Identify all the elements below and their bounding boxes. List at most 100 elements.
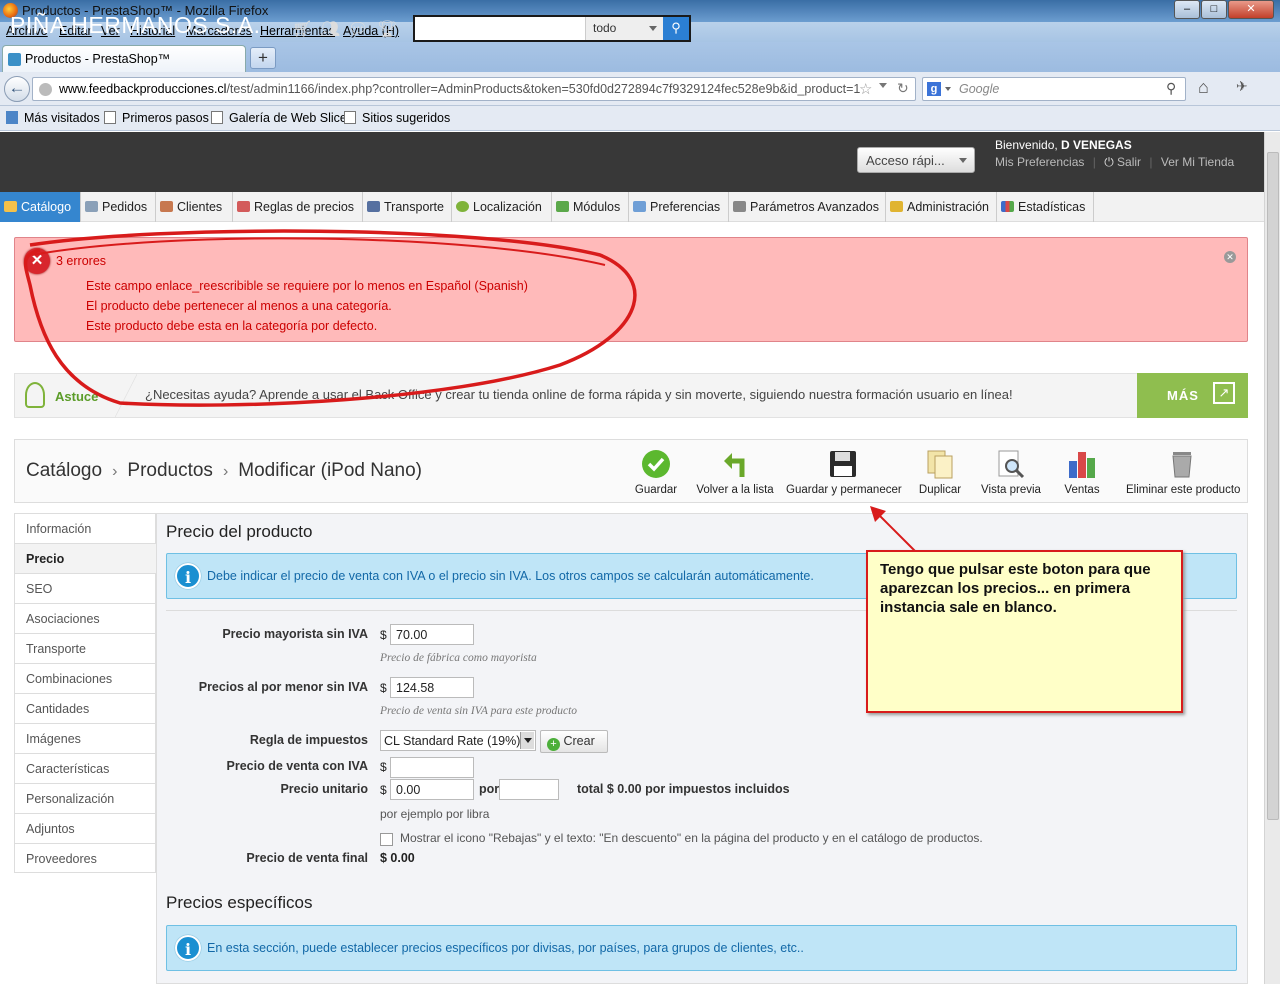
site-identity-icon[interactable] [39,83,52,96]
back-to-list-button[interactable]: Volver a la lista [695,447,775,502]
search-go-icon[interactable]: ⚲ [1166,80,1176,97]
create-tax-button[interactable]: + Crear [540,730,608,753]
messages-icon[interactable]: 💬︎ [348,19,368,39]
bookmark-mas-visitados[interactable]: Más visitados [24,111,100,125]
tab-informacion[interactable]: Información [15,514,156,544]
search-bar[interactable]: g Google ⚲ [922,77,1186,101]
retail-price-input[interactable]: 124.58 [390,677,474,698]
tab-personalizacion[interactable]: Personalización [15,784,156,814]
duplicate-button[interactable]: Duplicar [915,447,965,502]
scrollbar-thumb[interactable] [1267,152,1279,820]
reload-icon[interactable]: ↻ [897,80,909,97]
nav-pedidos[interactable]: Pedidos [81,192,156,222]
on-sale-text: Mostrar el icono "Rebajas" y el texto: "… [400,831,983,845]
bookmark-galeria-web-slice[interactable]: Galería de Web Slice [229,111,347,125]
tab-caracteristicas[interactable]: Características [15,754,156,784]
save-and-stay-button[interactable]: Guardar y permanecer [786,447,902,502]
power-icon[interactable]: ⏻ [1104,155,1114,169]
cart-icon[interactable]: 🛒︎ [292,19,312,39]
info-icon: i [175,935,201,961]
page-title: Modificar (iPod Nano) [238,460,423,481]
shop-name[interactable]: PIÑA HERMANOS S.A. [10,12,261,39]
customers-icon[interactable]: 👥︎ [320,19,340,39]
sales-button[interactable]: Ventas [1060,447,1104,502]
wholesale-price-label: Precio mayorista sin IVA [222,627,368,641]
price-with-tax-input[interactable] [390,757,474,778]
trophy-icon[interactable]: 🏆︎ [377,19,397,39]
nav-preferencias[interactable]: Preferencias [629,192,729,222]
orders-icon [85,201,98,212]
close-icon[interactable]: ✕ [1224,251,1236,263]
bookmark-sitios-sugeridos[interactable]: Sitios sugeridos [362,111,450,125]
nav-clientes[interactable]: Clientes [156,192,233,222]
search-icon[interactable]: ⚲ [663,17,689,40]
on-sale-checkbox[interactable] [380,833,393,846]
new-tab-button[interactable]: + [250,47,276,69]
more-button[interactable]: MÁS ↗ [1137,373,1248,418]
unit-price-input[interactable]: 0.00 [390,779,474,800]
url-bar[interactable]: www.feedbackproducciones.cl/test/admin11… [32,77,916,101]
tab-precio[interactable]: Precio [15,544,156,574]
url-path: /test/admin1166/index.php?controller=Adm… [226,82,861,96]
nav-transporte[interactable]: Transporte [363,192,452,222]
tax-rule-select[interactable]: CL Standard Rate (19%) [380,730,536,751]
more-label: MÁS [1167,388,1199,403]
specific-info-box: i En esta sección, puede establecer prec… [166,925,1237,971]
tab-transporte[interactable]: Transporte [15,634,156,664]
tab-proveedores[interactable]: Proveedores [15,844,156,874]
tab-imagenes[interactable]: Imágenes [15,724,156,754]
quick-access-dropdown[interactable]: Acceso rápi... [857,147,975,173]
close-window-button[interactable]: ✕ [1228,0,1274,19]
currency-symbol: $ [380,760,387,774]
delete-product-button[interactable]: Eliminar este producto [1126,447,1240,502]
minimize-button[interactable]: – [1174,0,1200,19]
retail-price-label: Precios al por menor sin IVA [198,680,368,694]
nav-modulos[interactable]: Módulos [552,192,629,222]
logout-link[interactable]: Salir [1117,155,1141,169]
unit-input[interactable] [499,779,559,800]
user-name: D VENEGAS [1061,138,1132,152]
nav-parametros-avanzados[interactable]: Parámetros Avanzados [729,192,886,222]
tab-adjuntos[interactable]: Adjuntos [15,814,156,844]
tab-asociaciones[interactable]: Asociaciones [15,604,156,634]
maximize-button[interactable]: □ [1201,0,1227,19]
addon-icon[interactable]: ✈ [1236,78,1248,95]
search-scope-select[interactable]: todo [585,17,663,40]
nav-localizacion[interactable]: Localización [452,192,552,222]
tab-combinaciones[interactable]: Combinaciones [15,664,156,694]
admin-search-input[interactable] [415,17,585,40]
breadcrumb: Catálogo › Productos › Modificar (iPod Nano) [26,460,422,482]
nav-estadisticas[interactable]: Estadísticas [997,192,1094,222]
nav-catalogo[interactable]: Catálogo [0,192,81,222]
bar-chart-icon [1069,452,1095,478]
nav-administracion[interactable]: Administración [886,192,997,222]
truck-icon [367,201,380,212]
tab-seo[interactable]: SEO [15,574,156,604]
view-store-link[interactable]: Ver Mi Tienda [1161,155,1234,169]
bookmark-star-icon[interactable]: ☆ [859,80,872,98]
wholesale-price-input[interactable]: 70.00 [390,624,474,645]
browser-tab[interactable]: Productos - PrestaShop™ [2,45,246,72]
prestashop-favicon-icon [8,53,21,66]
preview-button[interactable]: Vista previa [978,447,1044,502]
annotation-arrow [870,506,917,553]
breadcrumb-catalogo[interactable]: Catálogo [26,460,102,481]
search-engine-dropdown-icon[interactable] [945,87,951,94]
external-link-icon: ↗ [1213,382,1235,404]
per-label: por [479,782,500,796]
back-button[interactable]: ← [4,76,30,102]
my-preferences-link[interactable]: Mis Preferencias [995,155,1084,169]
nav-reglas-precios[interactable]: Reglas de precios [233,192,363,222]
duplicate-icon [927,450,953,479]
tab-cantidades[interactable]: Cantidades [15,694,156,724]
google-icon[interactable]: g [927,82,941,96]
page-scrollbar[interactable] [1264,132,1280,984]
home-icon[interactable]: ⌂ [1198,77,1209,98]
search-placeholder: Google [959,82,1000,96]
save-button[interactable]: Guardar [630,447,682,502]
url-history-dropdown-icon[interactable] [879,83,887,92]
breadcrumb-productos[interactable]: Productos [127,460,213,481]
customers-icon [160,201,173,212]
chevron-down-icon [520,732,534,749]
bookmark-primeros-pasos[interactable]: Primeros pasos [122,111,209,125]
